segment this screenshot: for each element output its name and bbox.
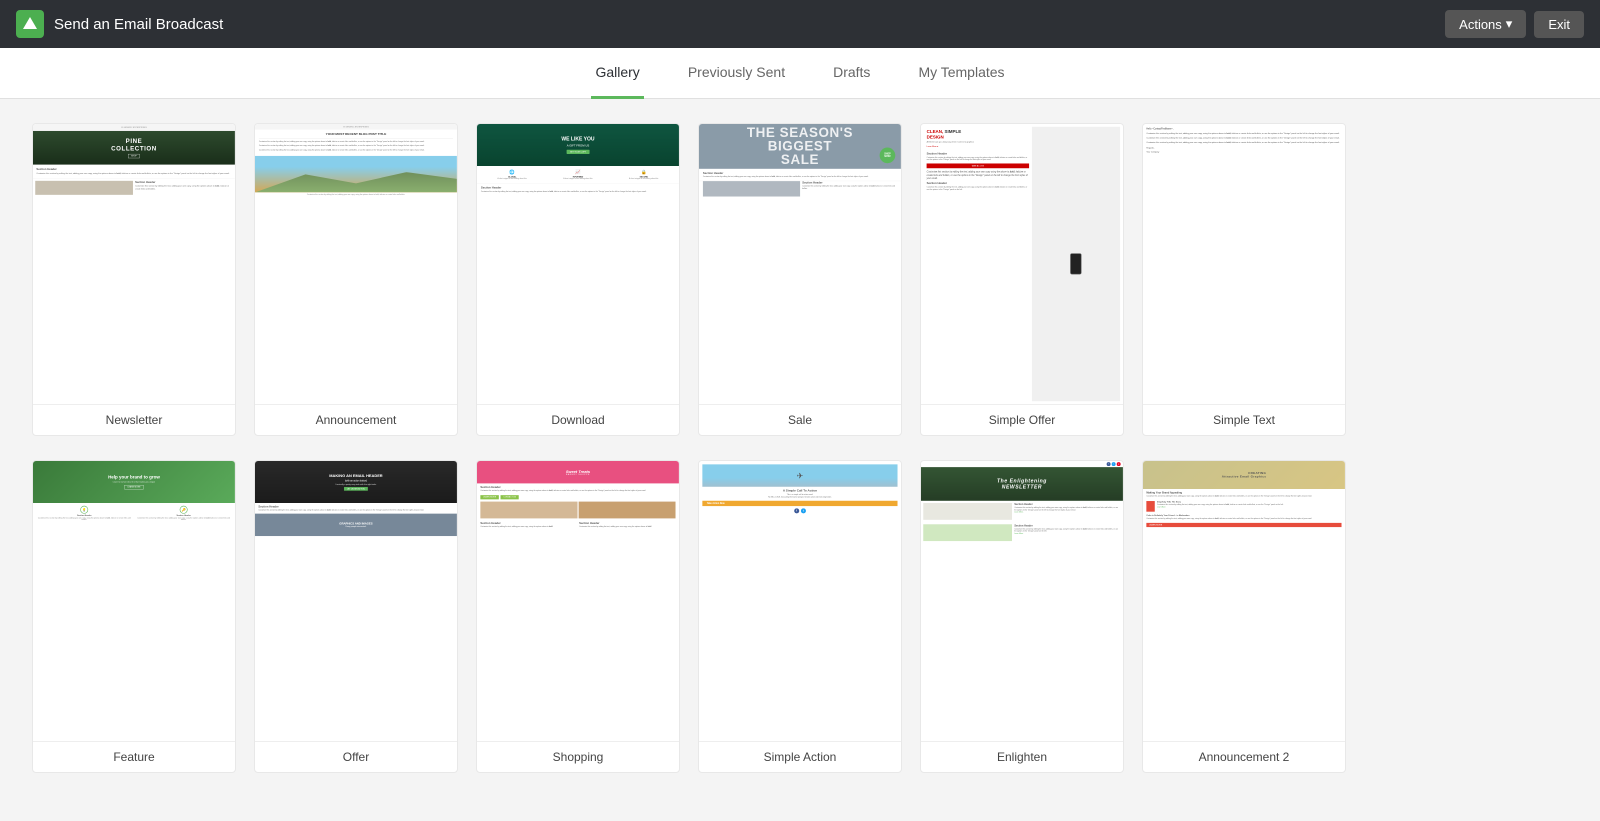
template-card-simple-action[interactable]: ✈ A Simple Call To Action This is a simp… [698, 460, 902, 773]
template-label-shopping: Shopping [477, 741, 679, 772]
template-label-download: Download [477, 404, 679, 435]
template-card-announcement[interactable]: ⚙ GENERIC ENTERPRISES YOUR MOST RECENT B… [254, 123, 458, 436]
template-label-simple-offer: Simple Offer [921, 404, 1123, 435]
template-preview-newsletter: ⚙ GENERIC ENTERPRISES PINECOLLECTION SHO… [33, 124, 235, 404]
template-label-simple-action: Simple Action [699, 741, 901, 772]
template-card-shopping[interactable]: Sweet Treats BAKERY SHOPPE Section Heade… [476, 460, 680, 773]
template-label-announcement2: Announcement 2 [1143, 741, 1345, 772]
tab-gallery[interactable]: Gallery [591, 48, 643, 99]
template-card-offer[interactable]: MAKING AN EMAIL HEADER(with an action bu… [254, 460, 458, 773]
template-card-announcement2[interactable]: CREATINGAttractive Email Graphics Making… [1142, 460, 1346, 773]
tab-previously-sent[interactable]: Previously Sent [684, 48, 789, 99]
template-preview-announcement2: CREATINGAttractive Email Graphics Making… [1143, 461, 1345, 741]
template-label-newsletter: Newsletter [33, 404, 235, 435]
actions-button[interactable]: Actions ▾ [1445, 10, 1526, 38]
app-header: Send an Email Broadcast Actions ▾ Exit [0, 0, 1600, 48]
template-label-enlighten: Enlighten [921, 741, 1123, 772]
page-title: Send an Email Broadcast [54, 16, 223, 33]
template-grid-row2: Help your brand to grow Learn to nurture… [32, 460, 1568, 773]
template-preview-announcement: ⚙ GENERIC ENTERPRISES YOUR MOST RECENT B… [255, 124, 457, 404]
template-label-announcement: Announcement [255, 404, 457, 435]
template-card-download[interactable]: WE LIKE YOUA GIFT FROM US GET YOUR COPY … [476, 123, 680, 436]
template-preview-sale: THE SEASON'SBIGGESTSALE SHOPNOW! Section… [699, 124, 901, 404]
template-preview-offer: MAKING AN EMAIL HEADER(with an action bu… [255, 461, 457, 741]
template-preview-feature: Help your brand to grow Learn to nurture… [33, 461, 235, 741]
header-left: Send an Email Broadcast [16, 10, 223, 38]
header-right: Actions ▾ Exit [1445, 10, 1584, 38]
template-card-simple-text[interactable]: Hello ~ContactFirstName~, Customize this… [1142, 123, 1346, 436]
template-card-sale[interactable]: THE SEASON'SBIGGESTSALE SHOPNOW! Section… [698, 123, 902, 436]
exit-button[interactable]: Exit [1534, 11, 1584, 38]
template-label-sale: Sale [699, 404, 901, 435]
tabs-bar: Gallery Previously Sent Drafts My Templa… [0, 48, 1600, 99]
template-card-simple-offer[interactable]: CLEAN, SIMPLEDESIGN A little bit can go … [920, 123, 1124, 436]
template-preview-simple-text: Hello ~ContactFirstName~, Customize this… [1143, 124, 1345, 404]
main-content: ⚙ GENERIC ENTERPRISES PINECOLLECTION SHO… [0, 99, 1600, 821]
template-grid-row1: ⚙ GENERIC ENTERPRISES PINECOLLECTION SHO… [32, 123, 1568, 436]
template-card-enlighten[interactable]: f t p The EnlighteningNEWSLETTER Section… [920, 460, 1124, 773]
template-preview-simple-action: ✈ A Simple Call To Action This is a simp… [699, 461, 901, 741]
template-card-feature[interactable]: Help your brand to grow Learn to nurture… [32, 460, 236, 773]
template-preview-enlighten: f t p The EnlighteningNEWSLETTER Section… [921, 461, 1123, 741]
tab-drafts[interactable]: Drafts [829, 48, 874, 99]
template-preview-download: WE LIKE YOUA GIFT FROM US GET YOUR COPY … [477, 124, 679, 404]
template-preview-shopping: Sweet Treats BAKERY SHOPPE Section Heade… [477, 461, 679, 741]
template-label-offer: Offer [255, 741, 457, 772]
template-preview-simple-offer: CLEAN, SIMPLEDESIGN A little bit can go … [921, 124, 1123, 404]
template-label-feature: Feature [33, 741, 235, 772]
tab-my-templates[interactable]: My Templates [914, 48, 1008, 99]
template-label-simple-text: Simple Text [1143, 404, 1345, 435]
app-logo [16, 10, 44, 38]
template-card-newsletter[interactable]: ⚙ GENERIC ENTERPRISES PINECOLLECTION SHO… [32, 123, 236, 436]
